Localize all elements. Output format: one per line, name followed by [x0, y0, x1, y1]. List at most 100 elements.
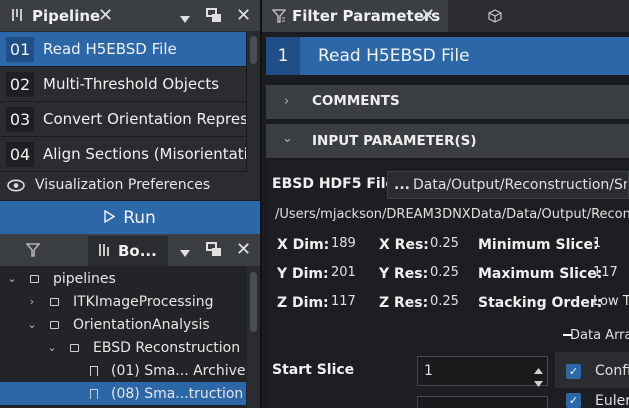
ebsd-file-full-path: /Users/mjackson/DREAM3DNXData/Data/Outpu…: [275, 207, 629, 222]
pipeline-item-label: Read H5EBSD File: [43, 40, 177, 58]
dropdown-arrow-icon[interactable]: [180, 11, 190, 27]
browse-file-button[interactable]: ...: [394, 177, 410, 193]
pipeline-item-4[interactable]: 04 Align Sections (Misorientation): [0, 137, 246, 172]
filter-parameters-tab[interactable]: Filter Parameters ✕: [262, 0, 448, 32]
stacking-order-label: Stacking Order:: [478, 295, 603, 311]
tree-item-label: pipelines: [53, 270, 116, 287]
x-dim-label: X Dim:: [277, 237, 330, 253]
chevron-down-icon[interactable]: ⌄: [6, 272, 18, 285]
checkbox-row-confidence-index[interactable]: ✓ Confidence Index: [566, 362, 629, 380]
pipeline-item-number: 03: [6, 107, 34, 132]
x-dim-value: 189: [331, 236, 356, 251]
pipeline-panel-header: Pipeline ✕ ✕: [0, 0, 260, 32]
pipeline-item-number: 01: [6, 37, 34, 62]
start-slice-value: 1: [424, 363, 433, 379]
input-parameters-section-title: INPUT PARAMETER(S): [312, 133, 477, 149]
chevron-down-icon[interactable]: ⌄: [282, 131, 293, 146]
visualization-preferences-label: Visualization Preferences: [35, 177, 211, 193]
z-res-label: Z Res:: [379, 295, 429, 311]
spin-down-icon[interactable]: [534, 375, 543, 391]
comments-section-title: COMMENTS: [312, 93, 400, 109]
tree-item-label: (08) Sma...truction: [111, 385, 244, 402]
pipeline-item-label: Convert Orientation Representation: [43, 110, 246, 128]
data-arrays-group[interactable]: Data Arrays: [560, 325, 629, 345]
maximum-slice-label: Maximum Slice:: [478, 266, 603, 282]
float-window-icon[interactable]: [206, 8, 222, 27]
tree-item-label: OrientationAnalysis: [73, 316, 210, 333]
y-res-label: Y Res:: [379, 266, 429, 282]
checkbox-checked-icon[interactable]: ✓: [566, 393, 581, 408]
pipeline-item-label: Align Sections (Misorientation): [43, 145, 246, 163]
tree-item-orientationanalysis[interactable]: ⌄ OrientationAnalysis: [0, 313, 246, 336]
pipeline-item-1[interactable]: 01 Read H5EBSD File: [0, 32, 246, 67]
cube-tab-icon[interactable]: [488, 9, 502, 27]
z-res-value: 0.25: [430, 294, 459, 309]
eye-icon: [7, 179, 25, 196]
ebsd-file-short-path: Data/Output/Reconstruction/Small_IN100.h…: [413, 177, 627, 193]
pipeline-icon: [10, 8, 24, 26]
play-icon: [104, 208, 116, 228]
ebsd-file-picker[interactable]: ... Data/Output/Reconstruction/Small_IN1…: [387, 171, 629, 199]
bookmarks-dropdown-arrow-icon[interactable]: [180, 245, 190, 261]
pipeline-item-3[interactable]: 03 Convert Orientation Representation: [0, 102, 246, 137]
y-dim-value: 201: [331, 265, 356, 280]
end-slice-spinbox[interactable]: [417, 396, 548, 408]
start-slice-spinbox[interactable]: 1: [417, 356, 548, 387]
y-res-value: 0.25: [430, 265, 459, 280]
chevron-down-icon[interactable]: ⌄: [26, 318, 38, 331]
y-dim-label: Y Dim:: [277, 266, 329, 282]
bookmarks-float-window-icon[interactable]: [206, 242, 222, 261]
checkbox-label: Confidence Index: [595, 363, 629, 379]
bookmarks-tab-label: Bo...: [118, 242, 157, 260]
x-res-label: X Res:: [379, 237, 429, 253]
chevron-right-icon[interactable]: ›: [26, 295, 38, 308]
tree-item-bookmark-reconstruction[interactable]: (08) Sma...truction: [0, 382, 246, 405]
minimum-slice-label: Minimum Slice:: [478, 237, 599, 253]
comments-section-header[interactable]: › COMMENTS: [266, 85, 629, 119]
filter-name: Read H5EBSD File: [318, 46, 470, 66]
pipeline-item-number: 04: [6, 142, 34, 167]
filter-parameters-title: Filter Parameters: [292, 7, 441, 25]
input-parameters-section-header[interactable]: ⌄ INPUT PARAMETER(S): [266, 124, 629, 158]
pipeline-item-label: Multi-Threshold Objects: [43, 75, 220, 93]
chevron-down-icon[interactable]: ⌄: [46, 341, 58, 354]
pipeline-item-number: 02: [6, 72, 34, 97]
run-button-label: Run: [123, 207, 156, 228]
checkbox-row-euler-angles[interactable]: ✓ EulerAngles: [566, 393, 629, 408]
close-bookmarks-panel-icon[interactable]: ✕: [236, 241, 251, 259]
start-slice-label: Start Slice: [272, 362, 355, 378]
tree-item-itkimageprocessing[interactable]: › ITKImageProcessing: [0, 290, 246, 313]
bookmarks-tab[interactable]: Bo...: [88, 236, 168, 266]
data-arrays-label: Data Arrays: [570, 327, 629, 343]
ebsd-file-label: EBSD HDF5 File: [272, 176, 395, 192]
stacking-order-value: Low To High: [593, 294, 629, 309]
bookmark-icon: [90, 365, 98, 376]
pipeline-item-2[interactable]: 02 Multi-Threshold Objects: [0, 67, 246, 102]
tree-item-bookmark-archive[interactable]: (01) Sma... Archive: [0, 359, 246, 382]
folder-icon: [70, 343, 79, 352]
tree-item-label: ITKImageProcessing: [73, 293, 214, 310]
close-pipeline-tab-icon[interactable]: ✕: [98, 7, 113, 25]
chevron-right-icon[interactable]: ›: [284, 94, 289, 109]
checkbox-label: EulerAngles: [595, 393, 629, 408]
run-button[interactable]: Run: [0, 201, 260, 234]
checkbox-checked-icon[interactable]: ✓: [566, 363, 581, 379]
filter-list-icon[interactable]: [25, 243, 41, 261]
pipeline-title: Pipeline: [32, 7, 101, 25]
bookmark-icon: [90, 388, 98, 399]
minimum-slice-value: 1: [593, 236, 602, 251]
z-dim-label: Z Dim:: [277, 295, 329, 311]
filter-settings-icon: [271, 9, 287, 27]
close-pipeline-panel-icon[interactable]: ✕: [236, 7, 251, 25]
folder-icon: [30, 274, 39, 283]
tree-item-ebsd-reconstruction[interactable]: ⌄ EBSD Reconstruction: [0, 336, 246, 359]
tree-item-label: (01) Sma... Archive: [111, 362, 246, 379]
folder-icon: [50, 297, 59, 306]
pipeline-scrollbar-thumb[interactable]: [250, 36, 257, 64]
folder-icon: [50, 320, 59, 329]
visualization-preferences-toggle[interactable]: Visualization Preferences: [0, 172, 260, 200]
bookmarks-scrollbar-thumb[interactable]: [250, 272, 257, 332]
tree-item-label: EBSD Reconstruction: [93, 339, 241, 356]
close-filter-parameters-tab-icon[interactable]: ✕: [420, 7, 435, 25]
tree-item-pipelines[interactable]: ⌄ pipelines: [0, 267, 246, 290]
